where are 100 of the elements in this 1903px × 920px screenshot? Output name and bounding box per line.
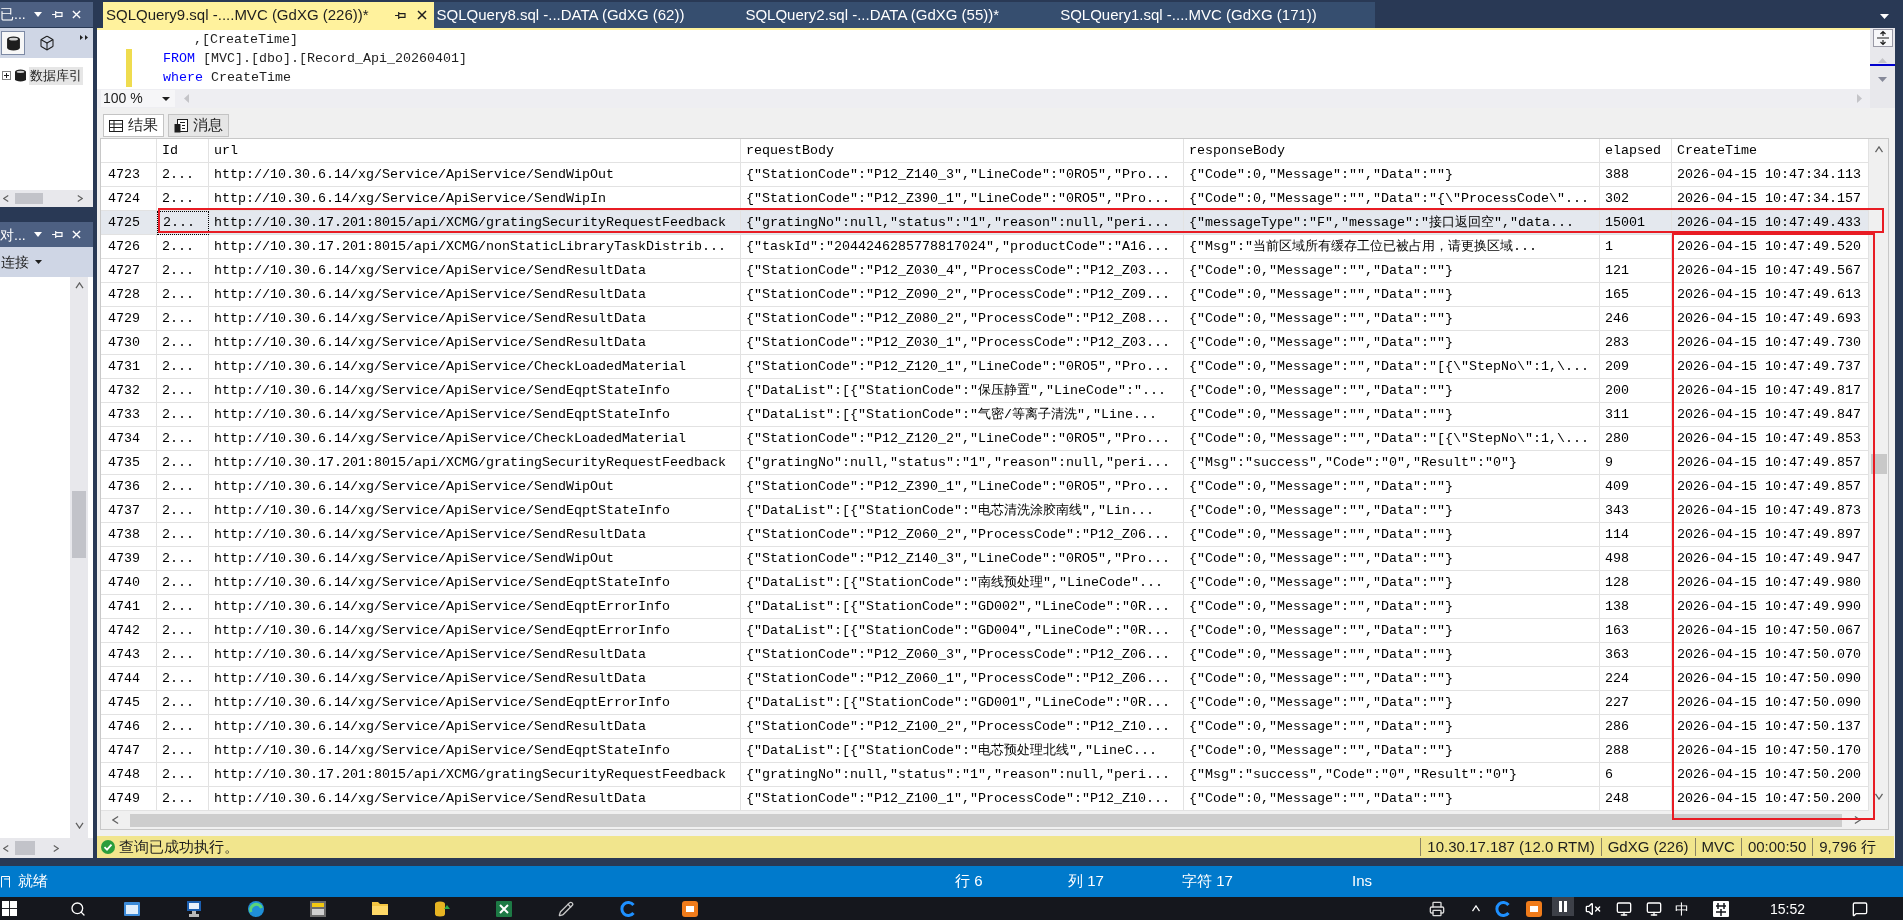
chevron-down-icon[interactable]	[74, 822, 84, 829]
table-row[interactable]: 4724 2... http://10.30.6.14/xg/Service/ApiService/SendWipIn {"StationCode":"P12_Z390_1","LineCode":"0RO5","Pro... {"Code":0,"Message":"","Data":"{\"ProcessCode\"... 302 2026-04-15 10:47:34.157	[101, 187, 1869, 211]
vertical-scrollbar[interactable]	[1869, 139, 1888, 811]
table-row[interactable]: 4741 2... http://10.30.6.14/xg/Service/ApiService/SendEqptErrorInfo {"DataList":[{"StationCode":"GD002","LineCode":"0R... {"Code":0,"Message":"","Data":""} 138 2026-04-15 10:47:49.990	[101, 595, 1869, 619]
ring-icon[interactable]	[1495, 901, 1511, 917]
database-view-button[interactable]	[1, 31, 25, 55]
chevron-right-icon[interactable]	[53, 843, 59, 853]
overflow-icon[interactable]	[80, 35, 88, 40]
vertical-scrollbar[interactable]	[70, 277, 88, 838]
ime-mode-icon[interactable]	[1713, 901, 1729, 917]
table-row[interactable]: 4723 2... http://10.30.6.14/xg/Service/ApiService/SendWipOut {"StationCode":"P12_Z140_3","LineCode":"0RO5","Pro... {"Code":0,"Message":"","Data":""} 388 2026-04-15 10:47:34.113	[101, 163, 1869, 187]
status-segment: MVC	[1694, 838, 1741, 856]
table-row[interactable]: 4733 2... http://10.30.6.14/xg/Service/ApiService/SendEqptStateInfo {"DataList":[{"StationCode":"气密/等离子清洗","Line... {"Code":0,"Message":"","Data":""} 311 2026-04-15 10:47:49.847	[101, 403, 1869, 427]
panel-title: 已...	[0, 7, 26, 21]
app-window-icon[interactable]	[310, 901, 326, 917]
table-row[interactable]: 4728 2... http://10.30.6.14/xg/Service/ApiService/SendResultData {"StationCode":"P12_Z090_2","ProcessCode":"P12_Z09... {"Code":0,"Message":"","Data":""} 165 2026-04-15 10:47:49.613	[101, 283, 1869, 307]
chevron-right-icon[interactable]	[77, 194, 83, 203]
scrollbar-thumb[interactable]	[72, 491, 86, 558]
document-tab[interactable]: SQLQuery1.sql -....MVC (GdXG (171))	[1057, 2, 1375, 28]
table-row[interactable]: 4737 2... http://10.30.6.14/xg/Service/ApiService/SendEqptStateInfo {"DataList":[{"StationCode":"电芯清洗涂胶南线","Lin... {"Code":0,"Message":"","Data":""} 343 2026-04-15 10:47:49.873	[101, 499, 1869, 523]
split-icon[interactable]	[1872, 29, 1893, 47]
table-row[interactable]: 4745 2... http://10.30.6.14/xg/Service/ApiService/SendEqptErrorInfo {"DataList":[{"StationCode":"GD001","LineCode":"0R... {"Code":0,"Message":"","Data":""} 227 2026-04-15 10:47:50.090	[101, 691, 1869, 715]
scrollbar-thumb[interactable]	[15, 193, 43, 204]
window-icon[interactable]	[124, 901, 140, 917]
connect-dropdown[interactable]: 连接	[0, 251, 42, 273]
table-row[interactable]: 4726 2... http://10.30.17.201:8015/api/XCMG/nonStaticLibraryTaskDistrib... {"taskId":"2044246285778817024","productCode":"A16... {"Msg":"当前区域所有缓存工位已被占用，请更换区域... 1 2026-04-15 10:47:49.520	[101, 235, 1869, 259]
table-row[interactable]: 4749 2... http://10.30.6.14/xg/Service/ApiService/SendResultData {"StationCode":"P12_Z100_1","ProcessCode":"P12_Z10... {"Code":0,"Message":"","Data":""} 248 2026-04-15 10:47:50.200	[101, 787, 1869, 811]
tree-item[interactable]: 数据库引	[29, 66, 83, 85]
table-row[interactable]: 4732 2... http://10.30.6.14/xg/Service/ApiService/SendEqptStateInfo {"DataList":[{"StationCode":"保压静置","LineCode":"... {"Code":0,"Message":"","Data":""} 200 2026-04-15 10:47:49.817	[101, 379, 1869, 403]
code-text: ,[CreateTime]	[194, 30, 298, 49]
table-row[interactable]: 4730 2... http://10.30.6.14/xg/Service/ApiService/SendResultData {"StationCode":"P12_Z030_1","ProcessCode":"P12_Z03... {"Code":0,"Message":"","Data":""} 283 2026-04-15 10:47:49.730	[101, 331, 1869, 355]
scrollbar-thumb[interactable]	[130, 813, 1842, 827]
code-text: [MVC].[dbo].[Record_Api_20260401]	[203, 49, 467, 68]
ring-icon[interactable]	[620, 901, 636, 917]
table-row[interactable]: 4740 2... http://10.30.6.14/xg/Service/ApiService/SendEqptStateInfo {"DataList":[{"StationCode":"南线预处理","LineCode"... {"Code":0,"Message":"","Data":""} 128 2026-04-15 10:47:49.980	[101, 571, 1869, 595]
notification-icon[interactable]	[1852, 901, 1869, 917]
clock[interactable]: 15:52	[1770, 901, 1806, 917]
scroll-down-icon[interactable]	[1878, 77, 1887, 82]
sql-keyword: FROM	[163, 49, 195, 68]
chevron-right-icon[interactable]	[1854, 815, 1861, 825]
result-tab[interactable]: 结果	[103, 114, 164, 137]
pin-icon[interactable]	[394, 10, 406, 20]
caret-down-icon[interactable]	[34, 11, 42, 17]
document-tab[interactable]: SQLQuery8.sql -...DATA (GdXG (62))	[433, 2, 743, 28]
caret-down-icon[interactable]	[34, 232, 42, 237]
tab-list-icon[interactable]	[1880, 14, 1889, 19]
start-menu-icon[interactable]	[2, 901, 17, 916]
zoom-dropdown[interactable]: 100 %	[101, 90, 175, 107]
message-icon	[174, 118, 188, 133]
status-item: 字符 17	[1182, 871, 1233, 892]
app-tile-icon[interactable]	[1526, 901, 1542, 917]
printer-icon[interactable]	[1429, 901, 1445, 917]
table-row[interactable]: 4747 2... http://10.30.6.14/xg/Service/ApiService/SendEqptStateInfo {"DataList":[{"StationCode":"电芯预处理北线","LineC... {"Code":0,"Message":"","Data":""} 288 2026-04-15 10:47:50.170	[101, 739, 1869, 763]
pause-icon[interactable]	[1552, 897, 1574, 916]
table-row[interactable]: 4742 2... http://10.30.6.14/xg/Service/ApiService/SendEqptErrorInfo {"DataList":[{"StationCode":"GD004","LineCode":"0R... {"Code":0,"Message":"","Data":""} 163 2026-04-15 10:47:50.067	[101, 619, 1869, 643]
status-item: 列 17	[1068, 871, 1104, 892]
table-row[interactable]: 4736 2... http://10.30.6.14/xg/Service/ApiService/SendWipOut {"StationCode":"P12_Z390_1","LineCode":"0RO5","Pro... {"Code":0,"Message":"","Data":""} 409 2026-04-15 10:47:49.857	[101, 475, 1869, 499]
horizontal-scrollbar[interactable]	[0, 190, 93, 207]
horizontal-scrollbar[interactable]	[0, 838, 93, 858]
swirl-icon[interactable]	[248, 901, 264, 917]
search-icon[interactable]	[70, 901, 86, 917]
chevron-down-icon[interactable]	[1873, 793, 1884, 800]
status-segment: 10.30.17.187 (12.0 RTM)	[1420, 838, 1601, 856]
chevron-left-icon[interactable]	[112, 815, 119, 825]
database-icon[interactable]	[434, 901, 450, 917]
expand-icon[interactable]	[2, 71, 11, 80]
monitor-icon[interactable]	[1616, 901, 1632, 917]
app-tile-icon[interactable]	[682, 901, 698, 917]
table-row[interactable]: 4729 2... http://10.30.6.14/xg/Service/ApiService/SendResultData {"StationCode":"P12_Z080_2","ProcessCode":"P12_Z08... {"Code":0,"Message":"","Data":""} 246 2026-04-15 10:47:49.693	[101, 307, 1869, 331]
table-row[interactable]	[101, 355, 1869, 379]
table-row[interactable]	[101, 211, 1869, 235]
code-editor[interactable]: ,[CreateTime] FROM [MVC].[dbo].[Record_Api_20260401] where CreateTime	[97, 28, 1870, 89]
folder-icon[interactable]	[372, 901, 388, 915]
result-tab[interactable]: 消息	[168, 114, 229, 137]
spreadsheet-icon[interactable]	[496, 901, 512, 917]
table-row[interactable]: 4739 2... http://10.30.6.14/xg/Service/ApiService/SendWipOut {"StationCode":"P12_Z140_3","LineCode":"0RO5","Pro... {"Code":0,"Message":"","Data":""} 498 2026-04-15 10:47:49.947	[101, 547, 1869, 571]
table-row[interactable]: 4748 2... http://10.30.17.201:8015/api/XCMG/gratingSecurityRequestFeedback {"gratingNo":null,"status":"1","reason":null,"peri... {"Msg":"success","Code":"0","Result":"0"} 6 2026-04-15 10:47:50.200	[101, 763, 1869, 787]
scrollbar-thumb[interactable]	[15, 841, 35, 855]
pen-icon[interactable]	[558, 901, 574, 917]
vertical-scrollbar[interactable]	[1870, 28, 1895, 108]
table-icon	[109, 119, 123, 132]
table-row[interactable]: 4744 2... http://10.30.6.14/xg/Service/ApiService/SendResultData {"StationCode":"P12_Z060_1","ProcessCode":"P12_Z06... {"Code":0,"Message":"","Data":""} 224 2026-04-15 10:47:50.090	[101, 667, 1869, 691]
table-row[interactable]: 4743 2... http://10.30.6.14/xg/Service/ApiService/SendResultData {"StationCode":"P12_Z060_3","ProcessCode":"P12_Z06... {"Code":0,"Message":"","Data":""} 363 2026-04-15 10:47:50.070	[101, 643, 1869, 667]
table-row[interactable]: 4727 2... http://10.30.6.14/xg/Service/ApiService/SendResultData {"StationCode":"P12_Z030_4","ProcessCode":"P12_Z03... {"Code":0,"Message":"","Data":""} 121 2026-04-15 10:47:49.567	[101, 259, 1869, 283]
document-tab[interactable]: SQLQuery2.sql -...DATA (GdXG (55))*	[742, 2, 1058, 28]
table-row[interactable]: 4738 2... http://10.30.6.14/xg/Service/ApiService/SendResultData {"StationCode":"P12_Z060_2","ProcessCode":"P12_Z06... {"Code":0,"Message":"","Data":""} 114 2026-04-15 10:47:49.897	[101, 523, 1869, 547]
chevron-left-icon[interactable]	[3, 194, 9, 203]
caret-down-icon	[35, 260, 42, 264]
table-row[interactable]: 4746 2... http://10.30.6.14/xg/Service/ApiService/SendResultData {"StationCode":"P12_Z100_2","ProcessCode":"P12_Z10... {"Code":0,"Message":"","Data":""} 286 2026-04-15 10:47:50.137	[101, 715, 1869, 739]
close-icon[interactable]	[416, 10, 427, 20]
table-row[interactable]: 4735 2... http://10.30.17.201:8015/api/XCMG/gratingSecurityRequestFeedback {"gratingNo":null,"status":"1","reason":null,"peri... {"Msg":"success","Code":"0","Result":"0"} 9 2026-04-15 10:47:49.857	[101, 451, 1869, 475]
monitor-icon[interactable]	[1646, 901, 1662, 917]
document-tab[interactable]: SQLQuery9.sql -....MVC (GdXG (226))*	[103, 2, 434, 28]
monitor-icon[interactable]	[186, 901, 202, 917]
input-mode-indicator[interactable]: 中	[1675, 901, 1689, 917]
horizontal-scrollbar[interactable]	[101, 811, 1869, 829]
status-segment: 9,796 行	[1812, 838, 1882, 856]
table-row[interactable]	[101, 427, 1869, 451]
speaker-muted-icon[interactable]	[1585, 901, 1601, 917]
chevron-left-icon[interactable]	[3, 843, 9, 853]
